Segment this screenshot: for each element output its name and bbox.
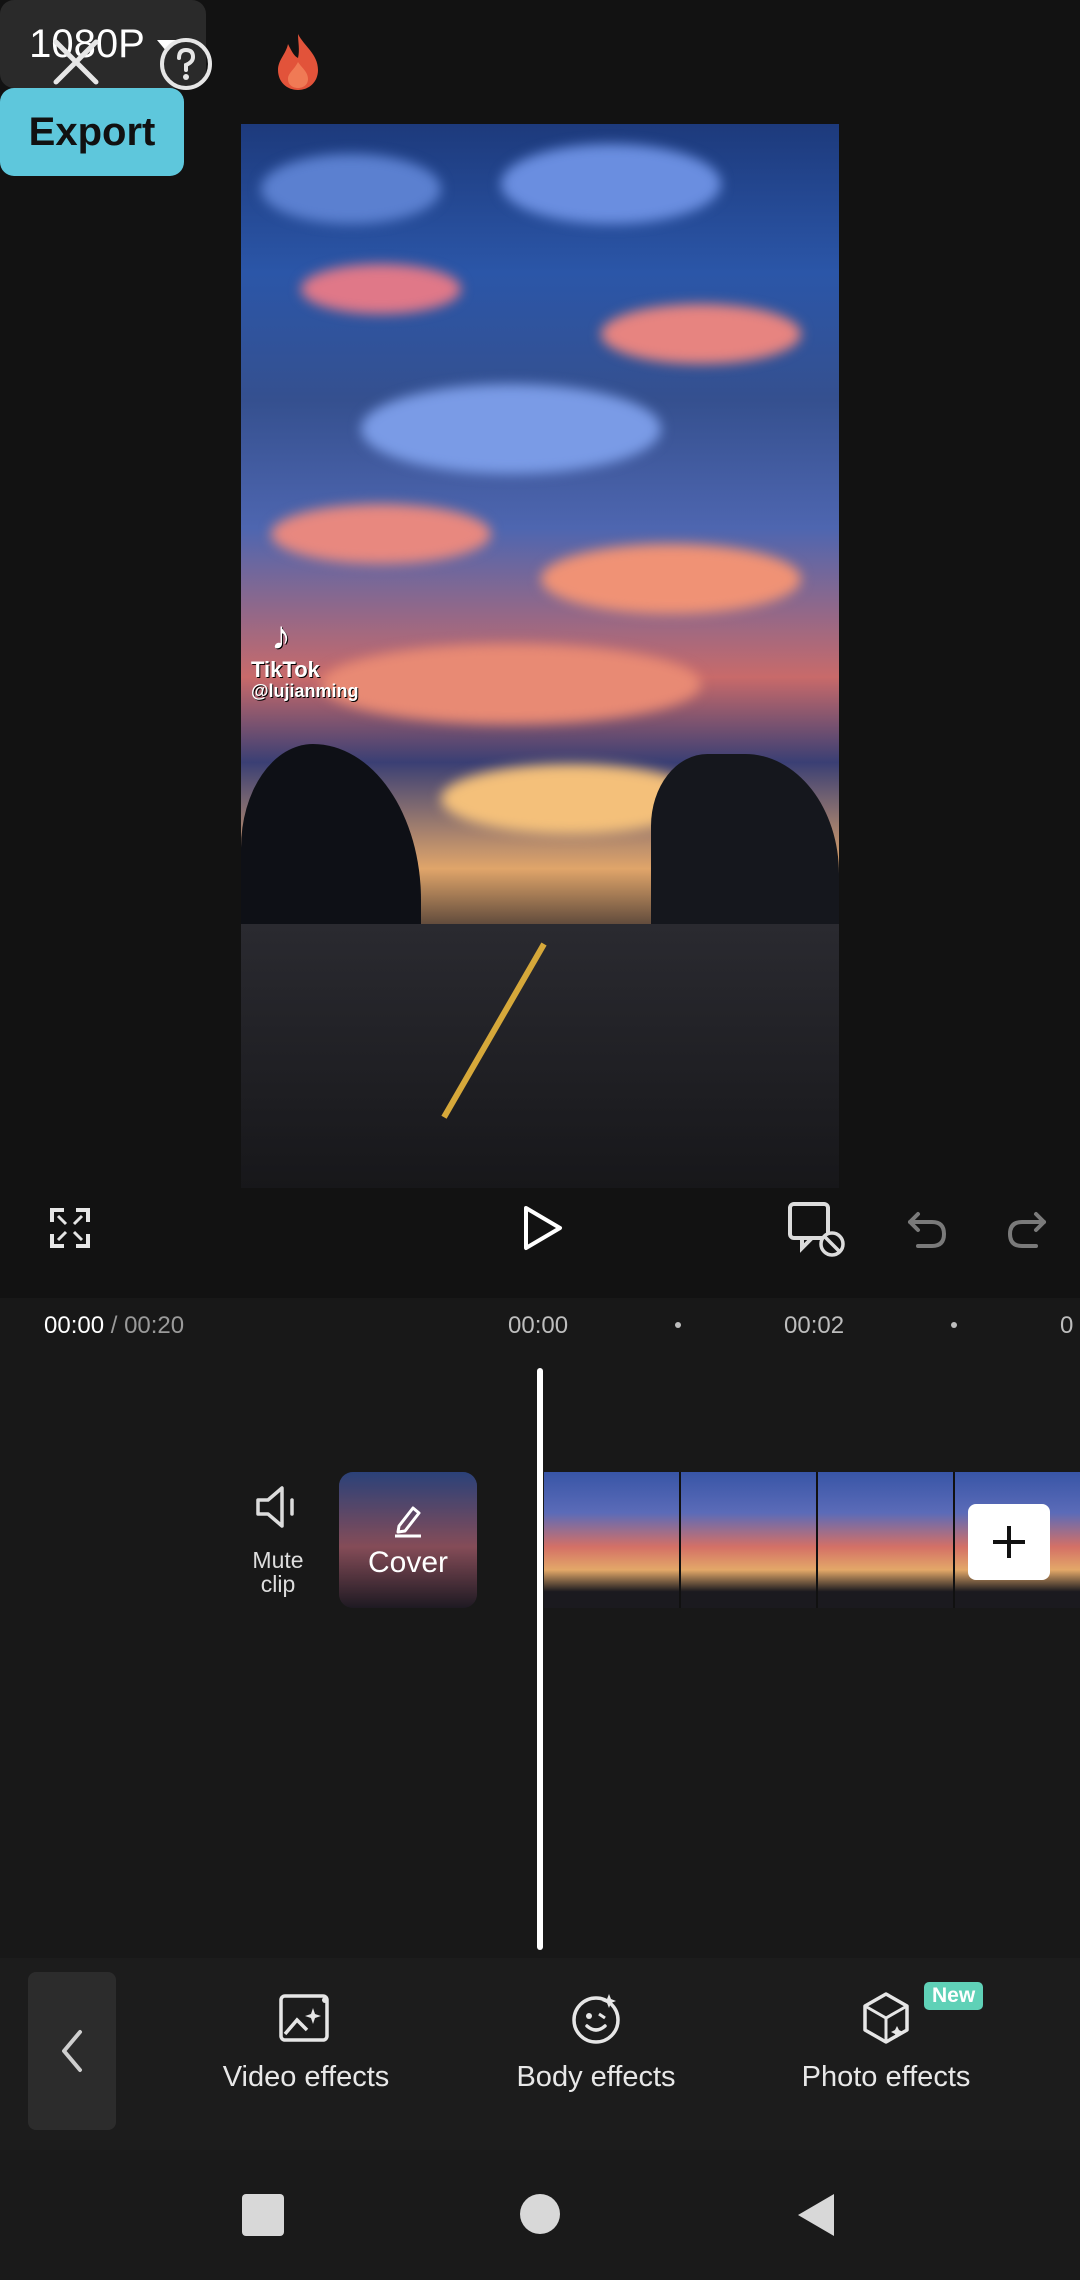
ruler-tick: 0	[1060, 1312, 1074, 1339]
total-time: / 00:20	[110, 1312, 185, 1339]
video-effects-label: Video effects	[222, 2061, 390, 2093]
fullscreen-button[interactable]	[48, 1206, 92, 1250]
help-button[interactable]	[156, 34, 216, 94]
redo-icon	[1007, 1212, 1046, 1248]
tiktok-logo-icon: ♪	[271, 614, 291, 658]
mute-clip-label: Mute clip	[252, 1547, 304, 1598]
edit-pencil-icon	[395, 1506, 421, 1538]
back-triangle-icon	[798, 2194, 834, 2236]
body-effects-label: Body effects	[516, 2061, 676, 2093]
video-effects-button[interactable]: Video effects	[206, 1990, 406, 2094]
undo-icon	[908, 1212, 947, 1248]
new-badge: New	[924, 1982, 984, 2010]
export-button[interactable]: Export	[0, 88, 184, 176]
body-effects-button[interactable]: Body effects	[496, 1990, 696, 2094]
body-effects-icon	[572, 1994, 620, 2044]
ruler-tick: 00:02	[784, 1312, 845, 1339]
clip-frame	[681, 1472, 818, 1608]
play-button[interactable]	[520, 1204, 568, 1252]
tiktok-watermark: ♪ TikTok @lujianming	[251, 614, 359, 702]
cover-label: Cover	[367, 1546, 449, 1579]
road	[241, 924, 839, 1188]
plus-icon	[993, 1526, 1025, 1558]
video-preview[interactable]: ♪ TikTok @lujianming	[241, 124, 839, 1188]
current-time: 00:00	[44, 1312, 105, 1339]
photo-effects-icon	[863, 1992, 909, 2044]
time-readout: 00:00 / 00:20	[44, 1312, 184, 1340]
undo-button[interactable]	[904, 1206, 950, 1252]
keyframe-disabled-icon	[788, 1202, 845, 1257]
video-effects-icon	[279, 1994, 329, 2042]
trending-button[interactable]	[266, 30, 330, 94]
flame-icon	[278, 34, 318, 90]
playhead[interactable]	[537, 1368, 543, 1950]
close-button[interactable]	[44, 30, 108, 94]
chevron-left-icon	[62, 2030, 82, 2072]
back-nav-button[interactable]	[796, 2192, 836, 2238]
ruler-dot	[951, 1322, 957, 1328]
help-icon	[160, 38, 212, 90]
speaker-icon	[256, 1486, 294, 1528]
photo-effects-label: Photo effects	[801, 2061, 971, 2093]
recent-apps-button[interactable]	[242, 2194, 284, 2236]
ruler-tick: 00:00	[508, 1312, 569, 1339]
home-button[interactable]	[520, 2194, 560, 2234]
clip-frame	[544, 1472, 681, 1608]
add-clip-button[interactable]	[968, 1504, 1050, 1580]
cover-button[interactable]: Cover	[339, 1472, 477, 1608]
redo-button[interactable]	[1004, 1206, 1050, 1252]
clip-frame	[818, 1472, 955, 1608]
back-button[interactable]	[28, 1972, 116, 2130]
ruler-dot	[675, 1322, 681, 1328]
keyframe-button[interactable]	[786, 1200, 850, 1260]
fullscreen-icon	[50, 1208, 90, 1248]
close-icon	[53, 39, 99, 85]
play-icon	[524, 1206, 562, 1250]
